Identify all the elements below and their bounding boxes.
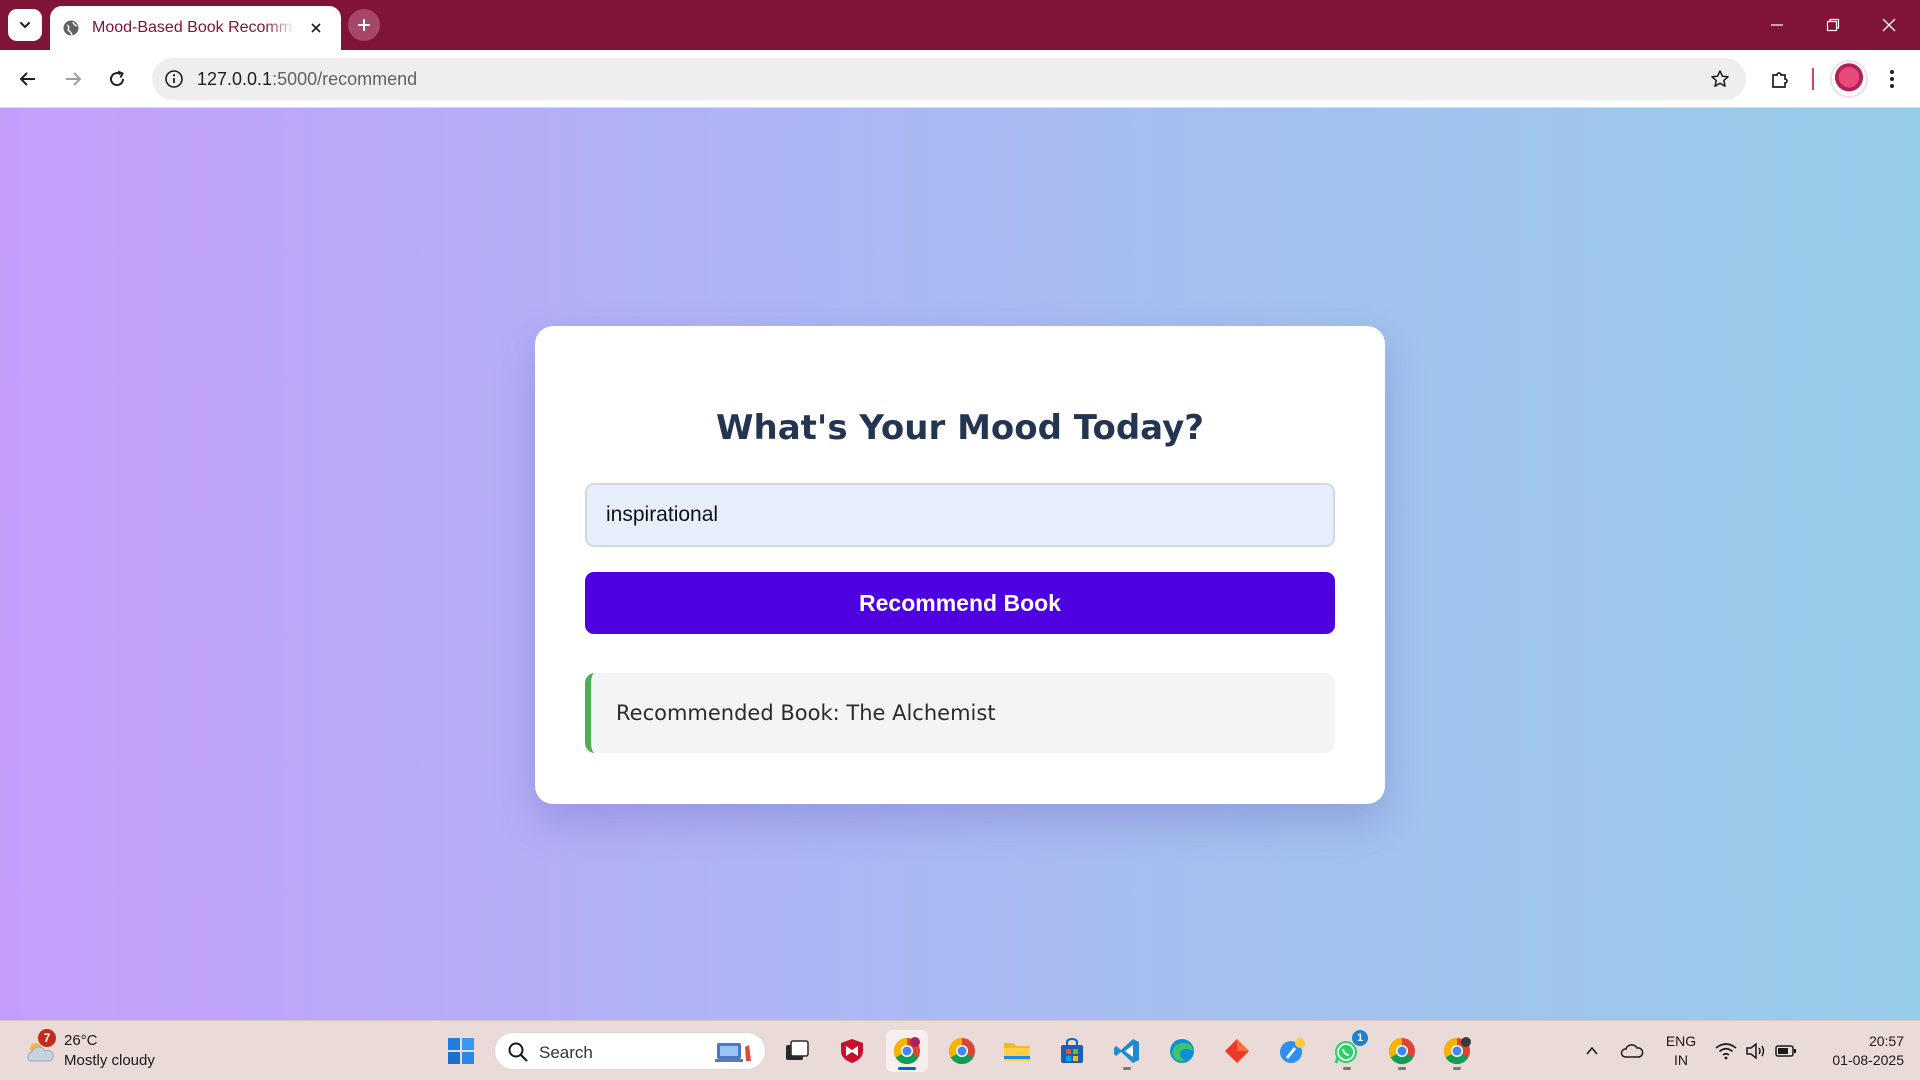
chrome-icon — [1443, 1037, 1471, 1065]
clock-time: 20:57 — [1868, 1033, 1904, 1049]
tab-title: Mood-Based Book Recommender — [92, 19, 295, 36]
system-clock[interactable]: 20:57 01-08-2025 — [1812, 1032, 1904, 1070]
onedrive-button[interactable] — [1620, 1039, 1644, 1063]
mcafee-shield-icon — [841, 1039, 863, 1063]
restore-icon — [1826, 18, 1840, 32]
taskbar-app-mcafee[interactable] — [831, 1030, 873, 1072]
folder-icon — [1004, 1043, 1030, 1061]
cloud-icon — [1620, 1044, 1644, 1058]
taskbar-app-red-diamond[interactable] — [1216, 1030, 1258, 1072]
recommendation-result: Recommended Book: The Alchemist — [585, 673, 1335, 753]
weather-temperature: 26°C — [64, 1032, 98, 1049]
reload-icon — [110, 70, 125, 87]
running-app-indicator — [1453, 1067, 1461, 1070]
puzzle-icon — [1772, 72, 1788, 88]
reload-button[interactable] — [101, 63, 133, 95]
more-vertical-icon — [1890, 70, 1894, 88]
running-app-indicator — [1343, 1067, 1351, 1070]
close-window-button[interactable] — [1858, 0, 1920, 50]
taskbar-app-file-explorer[interactable] — [996, 1030, 1038, 1072]
taskbar-app-chrome[interactable] — [941, 1030, 983, 1072]
weather-alert-badge: 7 — [38, 1029, 56, 1047]
taskbar-app-edge[interactable] — [1161, 1030, 1203, 1072]
taskbar-app-chrome-2[interactable] — [1381, 1030, 1423, 1072]
show-hidden-icons-button[interactable] — [1580, 1039, 1604, 1063]
back-button[interactable] — [12, 63, 44, 95]
tab-search-button[interactable] — [8, 9, 42, 41]
task-view-icon — [786, 1040, 809, 1060]
edge-icon — [1170, 1039, 1194, 1063]
mood-input[interactable] — [585, 483, 1335, 547]
restore-button[interactable] — [1802, 0, 1864, 50]
palette-icon — [1280, 1038, 1305, 1063]
vscode-icon — [1114, 1039, 1139, 1063]
mood-card: What's Your Mood Today? Recommend Book R… — [535, 326, 1385, 804]
chrome-icon — [893, 1037, 920, 1065]
taskbar-search[interactable]: Search — [494, 1032, 766, 1070]
language-region: IN — [1674, 1052, 1688, 1068]
url-path: :5000/recommend — [272, 69, 418, 89]
close-icon — [311, 23, 321, 33]
clock-date: 01-08-2025 — [1832, 1052, 1904, 1068]
whatsapp-badge: 1 — [1352, 1030, 1368, 1046]
running-app-indicator — [1398, 1067, 1406, 1070]
url-text: 127.0.0.1:5000/recommend — [197, 69, 417, 90]
taskbar-app-paint[interactable] — [1271, 1030, 1313, 1072]
weather-widget[interactable]: 7 26°C Mostly cloudy — [20, 1029, 180, 1073]
close-icon — [1882, 18, 1896, 32]
taskbar-app-store[interactable] — [1051, 1030, 1093, 1072]
battery-button[interactable] — [1774, 1039, 1798, 1063]
new-tab-button[interactable] — [348, 9, 380, 41]
task-view-button[interactable] — [776, 1030, 818, 1072]
windows-logo-icon — [448, 1038, 474, 1064]
browser-toolbar: 127.0.0.1:5000/recommend — [0, 50, 1920, 108]
arrow-right-icon — [66, 72, 82, 86]
recommend-book-button[interactable]: Recommend Book — [585, 572, 1335, 634]
diamond-app-icon — [1225, 1039, 1249, 1063]
browser-tab[interactable]: Mood-Based Book Recommender — [50, 6, 341, 50]
bookmark-star-icon[interactable] — [1708, 67, 1732, 91]
search-icon — [508, 1042, 528, 1062]
chrome-icon — [1388, 1037, 1415, 1065]
arrow-left-icon — [19, 72, 35, 86]
site-info-icon[interactable] — [162, 67, 186, 91]
browser-menu-button[interactable] — [1876, 63, 1908, 95]
globe-icon — [63, 20, 79, 36]
language-code: ENG — [1665, 1033, 1697, 1049]
toolbar-divider — [1812, 68, 1814, 90]
tab-close-button[interactable] — [305, 17, 327, 39]
minimize-button[interactable] — [1746, 0, 1808, 50]
chevron-up-icon — [1586, 1046, 1598, 1055]
taskbar-app-whatsapp[interactable]: 1 — [1326, 1030, 1368, 1072]
search-highlight-icon — [715, 1043, 751, 1062]
plus-icon — [358, 19, 370, 31]
address-bar[interactable]: 127.0.0.1:5000/recommend — [152, 58, 1746, 100]
taskbar-app-chrome-active[interactable] — [886, 1030, 928, 1072]
chrome-icon — [948, 1037, 975, 1065]
speaker-icon — [1746, 1042, 1765, 1060]
running-app-indicator — [1123, 1067, 1131, 1070]
start-button[interactable] — [440, 1030, 482, 1072]
taskbar-app-vscode[interactable] — [1106, 1030, 1148, 1072]
forward-button[interactable] — [57, 63, 89, 95]
profile-avatar[interactable] — [1830, 60, 1868, 98]
chevron-down-icon — [20, 22, 30, 29]
weather-condition: Mostly cloudy — [64, 1052, 155, 1069]
extensions-button[interactable] — [1764, 63, 1796, 95]
page-viewport: What's Your Mood Today? Recommend Book R… — [0, 108, 1920, 1020]
taskbar-app-chrome-3[interactable] — [1436, 1030, 1478, 1072]
windows-taskbar: 7 26°C Mostly cloudy Search 1 ENG IN 20:… — [0, 1020, 1920, 1080]
input-language-indicator[interactable]: ENG IN — [1664, 1032, 1698, 1070]
battery-icon — [1775, 1045, 1796, 1057]
wifi-button[interactable] — [1714, 1039, 1738, 1063]
url-host: 127.0.0.1 — [197, 69, 273, 89]
minimize-icon — [1771, 24, 1783, 26]
taskbar-search-label: Search — [539, 1043, 593, 1062]
active-app-indicator — [898, 1067, 916, 1070]
store-bag-icon — [1061, 1038, 1083, 1063]
wifi-icon — [1715, 1043, 1737, 1060]
volume-button[interactable] — [1744, 1039, 1768, 1063]
browser-tab-strip: Mood-Based Book Recommender — [0, 0, 1920, 50]
page-title: What's Your Mood Today? — [716, 408, 1204, 448]
